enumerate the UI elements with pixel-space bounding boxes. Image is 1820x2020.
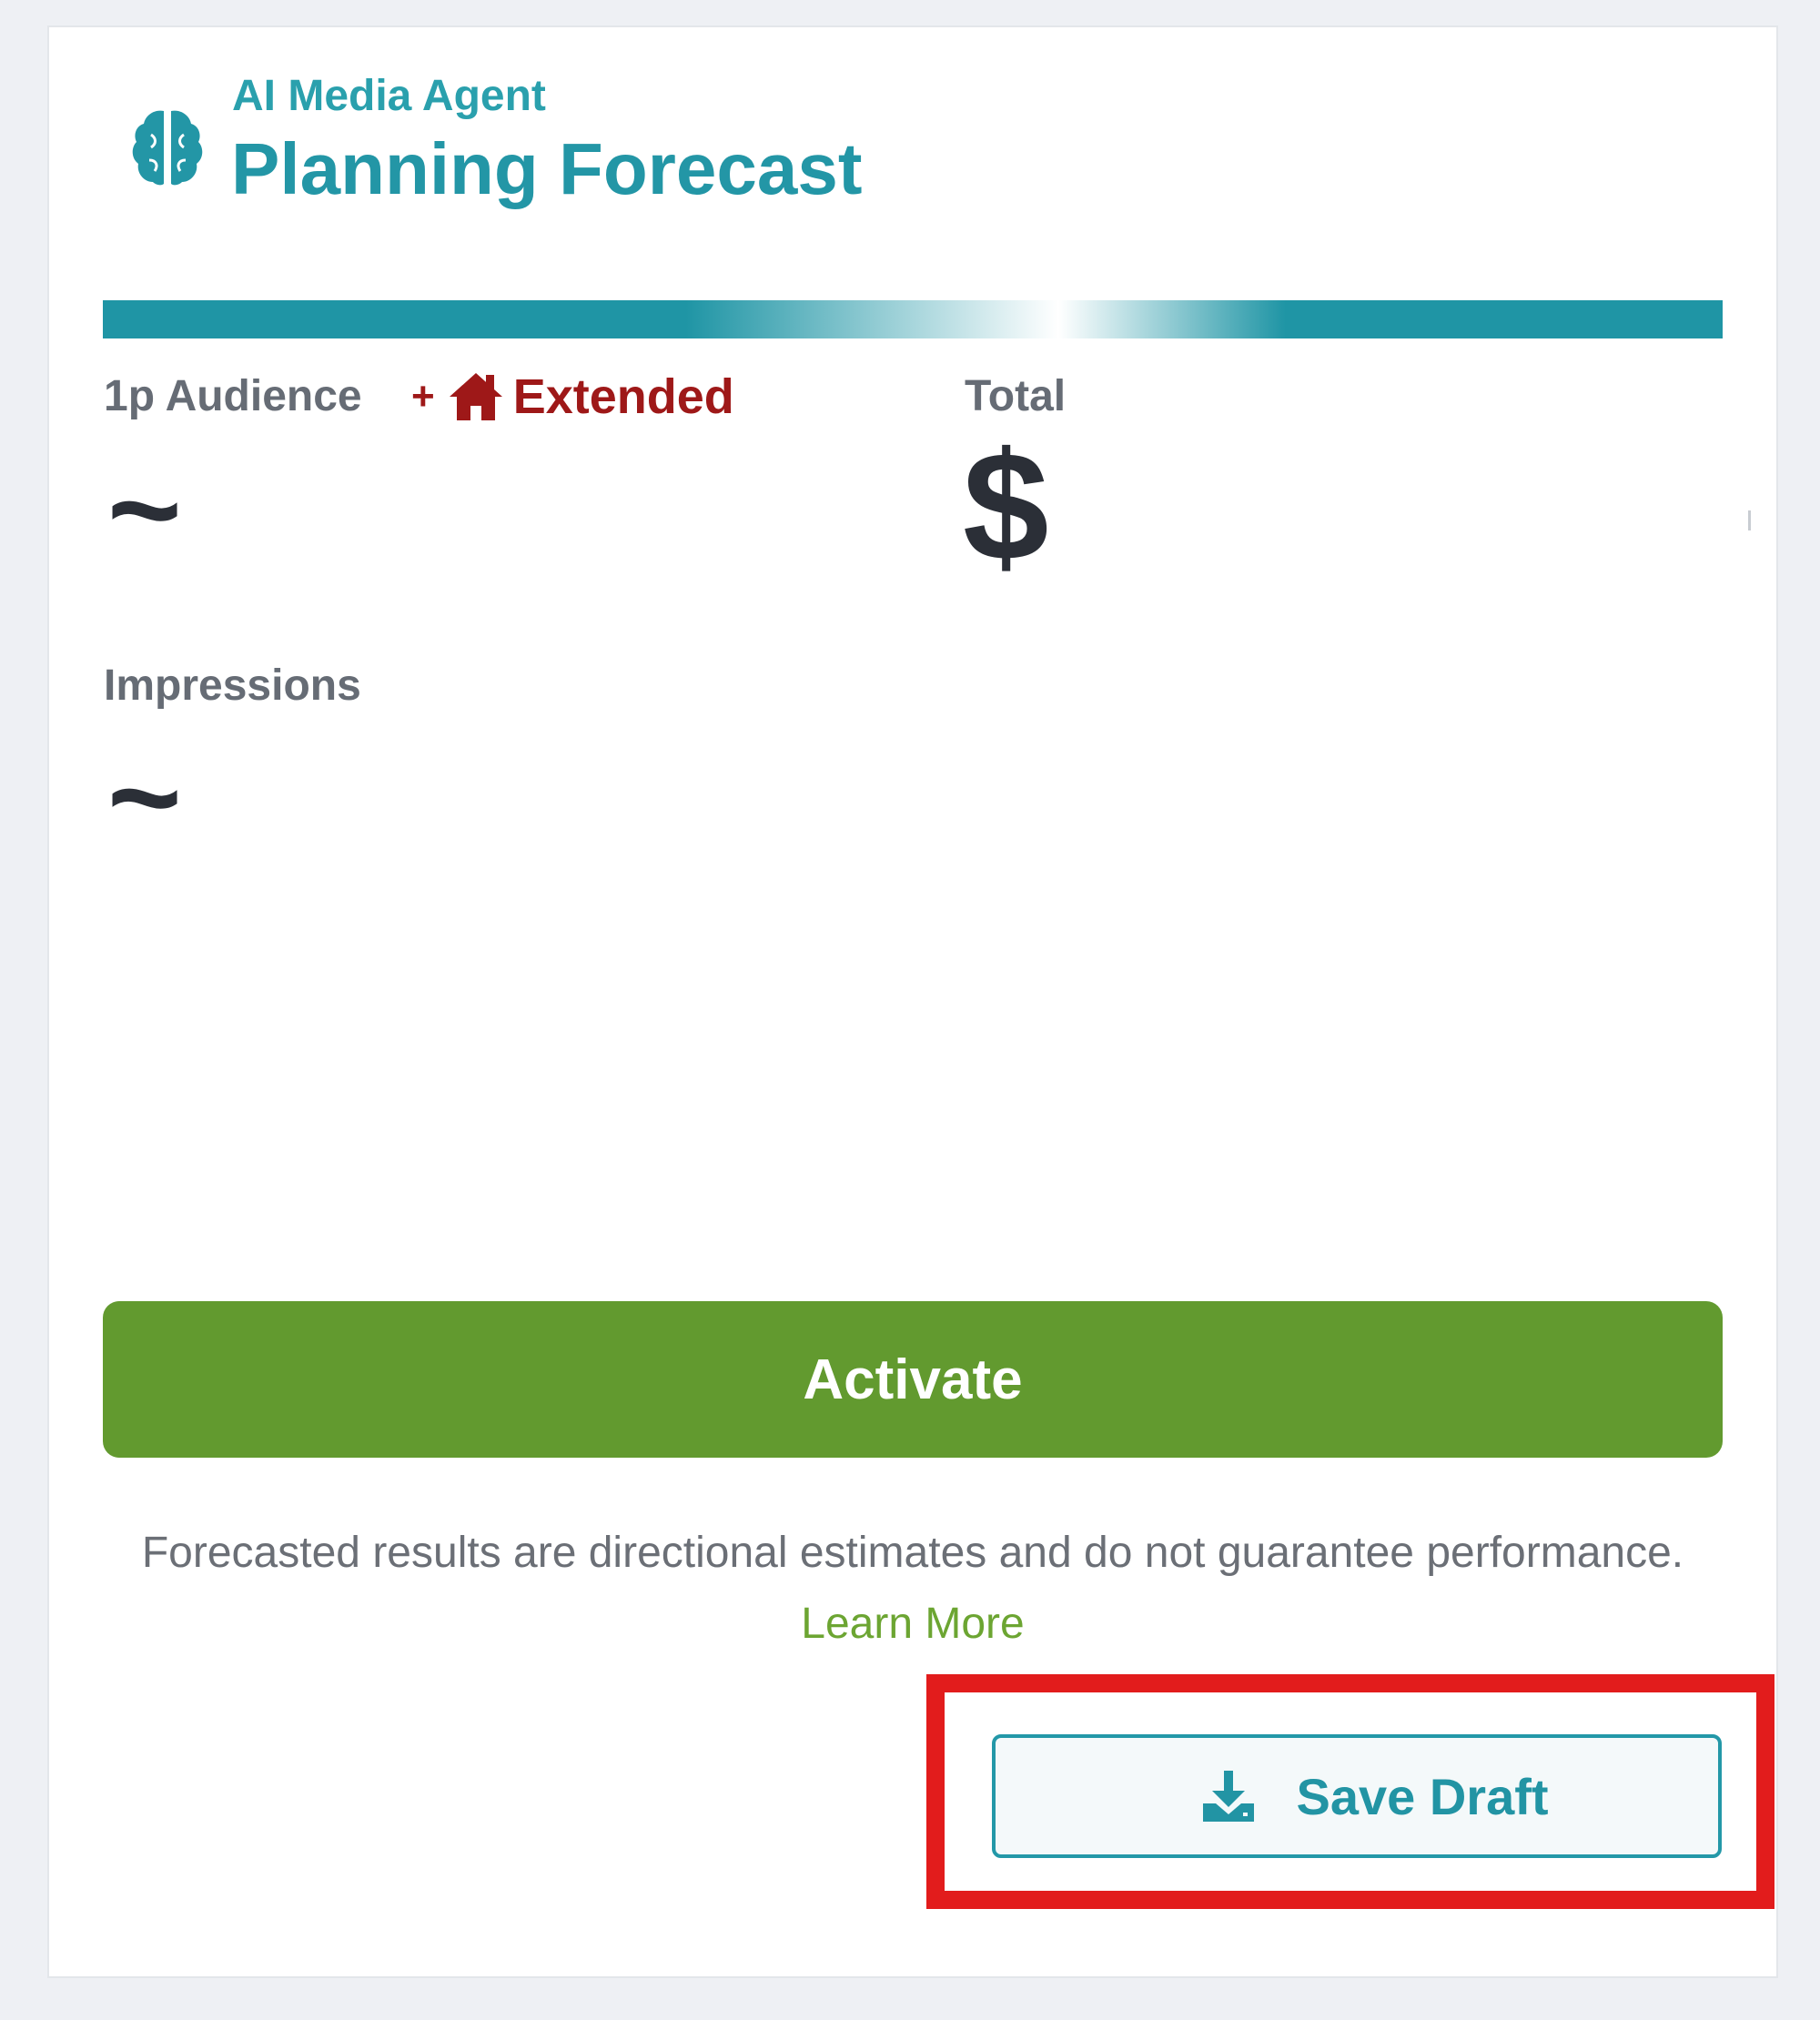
total-value: $	[963, 420, 1049, 593]
save-draft-label: Save Draft	[1296, 1767, 1549, 1825]
total-label: Total	[965, 372, 1067, 420]
audience-label: 1p Audience	[104, 372, 362, 420]
page-title: Planning Forecast	[231, 128, 863, 209]
disclaimer-text: Forecasted results are directional estim…	[141, 1529, 1684, 1577]
learn-more-link[interactable]: Learn More	[801, 1600, 1024, 1648]
impressions-label: Impressions	[104, 662, 361, 710]
impressions-value: ~	[107, 725, 182, 868]
download-icon	[1203, 1771, 1255, 1822]
activate-button[interactable]: Activate	[103, 1301, 1723, 1458]
home-icon	[449, 373, 502, 420]
header-eyebrow: AI Media Agent	[232, 72, 546, 120]
forecast-disclaimer: Forecasted results are directional estim…	[103, 1518, 1723, 1660]
scroll-edge-mark	[1748, 510, 1751, 530]
extended-audience-tag: + Extended	[411, 369, 734, 424]
brain-icon	[132, 110, 203, 186]
audience-value: ~	[107, 438, 182, 581]
header-divider	[103, 300, 1723, 338]
extended-label: Extended	[512, 369, 734, 424]
extended-plus: +	[411, 374, 435, 419]
save-draft-button[interactable]: Save Draft	[992, 1734, 1722, 1858]
